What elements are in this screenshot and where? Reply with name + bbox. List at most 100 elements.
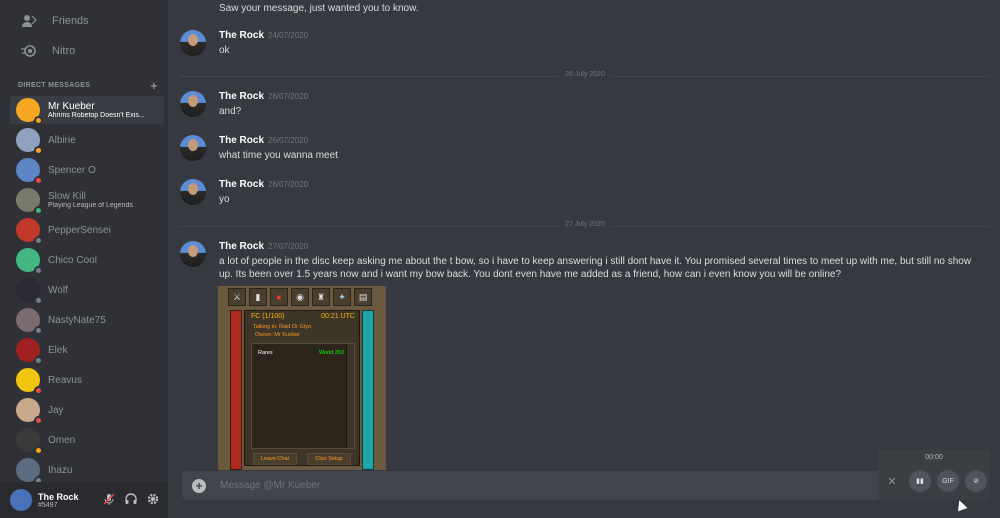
magic-tab-icon: ▤ [354, 288, 372, 306]
message-text: ok [219, 45, 230, 56]
dm-item[interactable]: Reavus [10, 366, 164, 395]
message-timestamp: 26/07/2020 [268, 92, 309, 101]
dm-item[interactable]: Slow Kill Playing League of Legends [10, 186, 164, 215]
prayer-tab-icon: ✦ [333, 288, 351, 306]
volume-bars-icon[interactable]: ▮▮ [909, 470, 931, 492]
dm-item[interactable]: Ihazu [10, 456, 164, 485]
nav-nitro[interactable]: Nitro [10, 38, 164, 64]
message-header: The Rock 26/07/2020 [219, 135, 308, 146]
status-indicator [34, 416, 43, 425]
author-name[interactable]: The Rock [219, 91, 264, 102]
dm-name: Omen [48, 434, 76, 446]
prayer-orb-bar [362, 310, 374, 470]
dm-name: Jay [48, 404, 64, 416]
status-indicator [34, 206, 43, 215]
clan-list-scrollbar [346, 344, 354, 448]
author-avatar[interactable] [180, 135, 206, 161]
author-avatar[interactable] [180, 91, 206, 117]
gif-button[interactable]: GIF [937, 470, 959, 492]
dm-avatar [16, 338, 43, 365]
user-tag: #5497 [38, 501, 58, 509]
nitro-icon [20, 42, 38, 60]
dm-item[interactable]: Spencer O [10, 156, 164, 185]
mute-mic-icon[interactable] [102, 492, 116, 506]
equipment-tab-icon: ♜ [312, 288, 330, 306]
dm-avatar [16, 98, 43, 125]
status-indicator [34, 296, 43, 305]
dm-avatar [16, 308, 43, 335]
message-text: yo [219, 194, 230, 205]
dm-item[interactable]: Mr Kueber Ahrims Robetop Doesn't Exis... [10, 96, 164, 125]
message-image-attachment[interactable]: ⚔ ▮ ● ◉ ♜ ✦ ▤ FC (1/100) 00:21 UTC Talki… [218, 286, 386, 470]
dm-item[interactable]: NastyNate75 [10, 306, 164, 335]
dm-avatar [16, 368, 43, 395]
add-attachment-button[interactable]: + [192, 478, 206, 493]
date-divider-label: 26 July 2020 [559, 71, 611, 78]
message-input[interactable] [220, 480, 820, 491]
leave-chat-button: Leave Chat [253, 453, 297, 465]
message-text: and? [219, 106, 242, 117]
direct-messages-title: DIRECT MESSAGES [18, 81, 91, 89]
recording-overlay: 00:00 ✕ ▮▮ GIF ⊘ [878, 450, 990, 500]
status-indicator [34, 446, 43, 455]
create-dm-button[interactable]: + [150, 78, 158, 93]
dm-item[interactable]: Elek [10, 336, 164, 365]
dm-avatar [16, 218, 43, 245]
author-avatar[interactable] [180, 241, 206, 267]
dm-avatar [16, 428, 43, 455]
nav-friends[interactable]: Friends [10, 8, 164, 34]
nav-nitro-label: Nitro [52, 45, 76, 57]
author-name[interactable]: The Rock [219, 135, 264, 146]
dm-name: Chico Cool [48, 254, 97, 266]
dm-name: Slow Kill [48, 191, 86, 202]
dm-item[interactable]: Jay [10, 396, 164, 425]
clan-talking-in: Talking in: Raid Or Gtyo [253, 324, 312, 330]
close-icon[interactable]: ✕ [881, 470, 903, 492]
dm-avatar [16, 278, 43, 305]
stats-tab-icon: ▮ [249, 288, 267, 306]
dm-item[interactable]: Albirie [10, 126, 164, 155]
settings-gear-icon[interactable] [146, 492, 160, 506]
dm-avatar [16, 158, 43, 185]
clan-chat-count: FC (1/100) [251, 313, 285, 320]
dm-name: NastyNate75 [48, 314, 106, 326]
author-name[interactable]: The Rock [219, 179, 264, 190]
dm-name: Reavus [48, 374, 82, 386]
message-header: The Rock 24/07/2020 [219, 30, 308, 41]
dm-activity: Playing League of Legends [48, 202, 133, 209]
dm-avatar [16, 248, 43, 275]
status-indicator [34, 116, 43, 125]
combat-tab-icon: ⚔ [228, 288, 246, 306]
dm-item[interactable]: Wolf [10, 276, 164, 305]
message-timestamp: 24/07/2020 [268, 31, 309, 40]
dm-avatar [16, 188, 43, 215]
clan-member-list: Rares World 350 [251, 343, 355, 449]
dm-item[interactable]: Chico Cool [10, 246, 164, 275]
author-name[interactable]: The Rock [219, 30, 264, 41]
dm-name: Mr Kueber [48, 101, 95, 112]
author-avatar[interactable] [180, 179, 206, 205]
message-header: The Rock 27/07/2020 [219, 241, 308, 252]
user-avatar[interactable] [10, 489, 32, 511]
author-avatar[interactable] [180, 30, 206, 56]
status-indicator [34, 146, 43, 155]
message-timestamp: 27/07/2020 [268, 242, 309, 251]
clan-owner: Owner: Mr Kueber [255, 332, 300, 338]
disable-icon[interactable]: ⊘ [965, 470, 987, 492]
message-text: Saw your message, just wanted you to kno… [219, 3, 419, 14]
message-composer: + [182, 471, 882, 500]
dm-name: Wolf [48, 284, 68, 296]
nav-friends-label: Friends [52, 15, 89, 27]
dm-avatar [16, 128, 43, 155]
headphones-icon[interactable] [124, 492, 138, 506]
status-indicator [34, 386, 43, 395]
quest-tab-icon: ● [270, 288, 288, 306]
user-name: The Rock [38, 491, 79, 502]
dm-name: Ihazu [48, 464, 73, 476]
dm-item[interactable]: PepperSensei [10, 216, 164, 245]
message-header: The Rock 26/07/2020 [219, 91, 308, 102]
dm-activity: Ahrims Robetop Doesn't Exis... [48, 112, 145, 119]
author-name[interactable]: The Rock [219, 241, 264, 252]
discord-window: Friends Nitro DIRECT MESSAGES + Mr Kuebe… [0, 0, 1000, 518]
dm-item[interactable]: Omen [10, 426, 164, 455]
